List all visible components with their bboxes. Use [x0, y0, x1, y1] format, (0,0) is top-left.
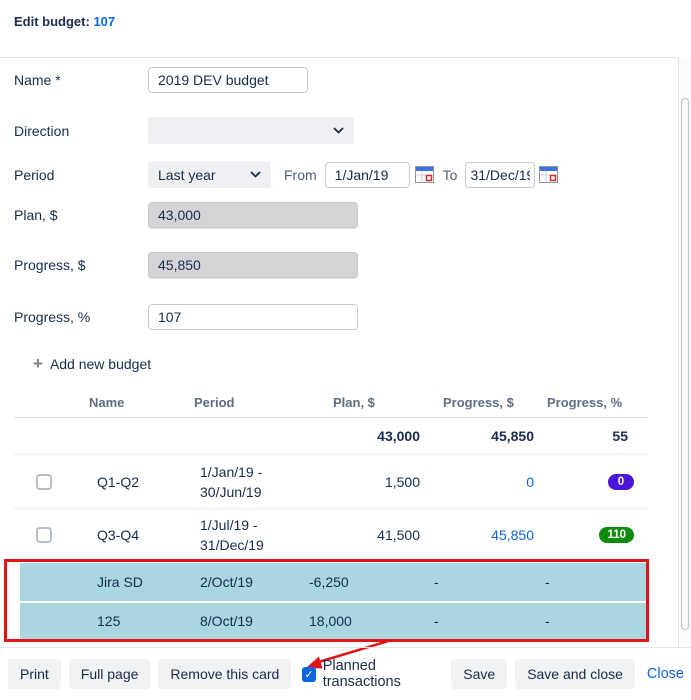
row-plan: 1,500	[309, 474, 434, 490]
transaction-name: 125	[74, 613, 179, 629]
form-row-plan: Plan, $	[14, 202, 358, 228]
col-header-name: Name	[74, 395, 179, 410]
transaction-name: Jira SD	[74, 574, 179, 590]
direction-select[interactable]	[148, 117, 354, 144]
full-page-button[interactable]: Full page	[69, 659, 151, 689]
header-divider	[0, 57, 678, 58]
form-row-direction: Direction	[14, 117, 354, 144]
progress-percent-badge: 0	[608, 474, 634, 490]
totals-progress-percent: 55	[545, 428, 648, 444]
footer-actions: Save Save and close Close	[451, 659, 684, 689]
row-period-line1: 1/Jul/19 -	[200, 515, 309, 535]
form-row-progress-amount: Progress, $	[14, 252, 358, 278]
transaction-progress-amount: -	[434, 574, 545, 590]
plan-label: Plan, $	[14, 207, 148, 223]
form-row-progress-percent: Progress, %	[14, 304, 358, 330]
row-checkbox[interactable]	[36, 474, 52, 490]
chevron-down-icon	[333, 127, 344, 134]
dialog-title-value-link[interactable]: 107	[93, 14, 115, 29]
from-date-input[interactable]	[325, 162, 410, 188]
print-button[interactable]: Print	[8, 659, 61, 689]
add-new-budget-button[interactable]: + Add new budget	[33, 356, 151, 372]
row-plan: 41,500	[309, 527, 434, 543]
from-label: From	[284, 167, 317, 183]
table-header-row: Name Period Plan, $ Progress, $ Progress…	[14, 388, 648, 418]
budgets-table: Name Period Plan, $ Progress, $ Progress…	[14, 388, 648, 561]
to-date-input[interactable]	[465, 162, 535, 188]
row-progress-amount-link[interactable]: 45,850	[434, 527, 545, 543]
row-period-line2: 31/Dec/19	[200, 535, 309, 555]
calendar-icon[interactable]	[415, 166, 434, 183]
transaction-period: 8/Oct/19	[179, 611, 309, 631]
table-row: Q3-Q4 1/Jul/19 - 31/Dec/19 41,500 45,850…	[14, 509, 648, 561]
row-period: 1/Jan/19 - 30/Jun/19	[179, 462, 309, 502]
row-period-line1: 1/Jan/19 -	[200, 462, 309, 482]
direction-label: Direction	[14, 123, 148, 139]
add-new-budget-label: Add new budget	[50, 356, 151, 372]
row-name: Q3-Q4	[74, 527, 179, 543]
transaction-progress-percent: -	[545, 613, 648, 629]
name-input[interactable]	[148, 67, 308, 93]
name-label: Name *	[14, 72, 148, 88]
planned-transactions-toggle: ✓ Planned transactions	[302, 658, 443, 690]
calendar-icon[interactable]	[539, 166, 558, 183]
row-period: 1/Jul/19 - 31/Dec/19	[179, 515, 309, 555]
transaction-plan: -6,250	[309, 574, 434, 590]
footer-toolbar: Print Full page Remove this card ✓ Plann…	[0, 648, 691, 700]
form-row-name: Name *	[14, 67, 308, 93]
dialog-title-text: Edit budget:	[14, 14, 90, 29]
plan-input	[148, 202, 358, 228]
close-link[interactable]: Close	[647, 666, 684, 682]
transaction-progress-percent: -	[545, 574, 648, 590]
progress-percent-input[interactable]	[148, 304, 358, 330]
transaction-row[interactable]: 125 8/Oct/19 18,000 - -	[20, 603, 648, 639]
totals-plan: 43,000	[309, 428, 434, 444]
chevron-down-icon	[250, 171, 261, 178]
form-row-period: Period Last year From To	[14, 161, 558, 188]
row-name: Q1-Q2	[74, 474, 179, 490]
save-and-close-button[interactable]: Save and close	[515, 659, 635, 689]
scrollbar-thumb[interactable]	[681, 98, 689, 630]
plus-icon: +	[33, 357, 43, 371]
totals-progress-amount: 45,850	[434, 428, 545, 444]
transaction-plan: 18,000	[309, 613, 434, 629]
progress-percent-label: Progress, %	[14, 309, 148, 325]
totals-row: 43,000 45,850 55	[14, 418, 648, 455]
transaction-period: 2/Oct/19	[179, 572, 309, 592]
col-header-progress-amount: Progress, $	[434, 395, 545, 410]
remove-card-button[interactable]: Remove this card	[158, 659, 291, 689]
progress-amount-input	[148, 252, 358, 278]
col-header-progress-percent: Progress, %	[545, 395, 648, 410]
to-label: To	[443, 167, 458, 183]
transaction-row[interactable]: Jira SD 2/Oct/19 -6,250 - -	[20, 563, 648, 601]
planned-transactions-checkbox[interactable]: ✓	[302, 667, 315, 682]
progress-amount-label: Progress, $	[14, 257, 148, 273]
col-header-plan: Plan, $	[309, 395, 434, 410]
row-progress-amount-link[interactable]: 0	[434, 474, 545, 490]
row-checkbox[interactable]	[36, 527, 52, 543]
planned-transactions-label: Planned transactions	[323, 658, 444, 690]
period-label: Period	[14, 167, 148, 183]
table-row: Q1-Q2 1/Jan/19 - 30/Jun/19 1,500 0 0	[14, 455, 648, 509]
period-select-value: Last year	[158, 167, 216, 183]
progress-percent-badge: 110	[599, 527, 634, 543]
dialog-title: Edit budget: 107	[14, 14, 115, 29]
col-header-period: Period	[179, 395, 309, 410]
transaction-progress-amount: -	[434, 613, 545, 629]
period-select[interactable]: Last year	[148, 161, 271, 188]
save-button[interactable]: Save	[451, 659, 507, 689]
scrollbar-track[interactable]	[678, 58, 691, 647]
row-period-line2: 30/Jun/19	[200, 482, 309, 502]
